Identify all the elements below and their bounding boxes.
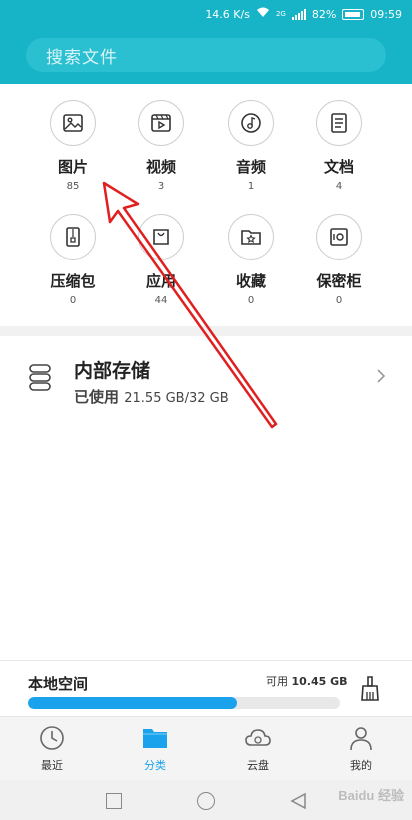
app-bag-icon [138,214,184,260]
star-folder-icon [228,214,274,260]
category-count: 0 [335,295,343,306]
search-input[interactable]: 搜索文件 [26,38,386,72]
storage-stack-icon [28,364,52,396]
search-placeholder: 搜索文件 [46,47,118,68]
category-documents[interactable]: 文档 4 [294,100,384,192]
nav-categories[interactable]: 分类 [120,725,190,773]
nav-label: 我的 [350,759,372,772]
available-label: 可用 [266,675,288,688]
category-images[interactable]: 图片 85 [28,100,118,192]
category-count: 1 [247,181,255,192]
storage-used-value: 21.55 GB/32 GB [124,391,229,406]
category-label: 文档 [323,158,354,176]
storage-usage: 已使用 21.55 GB/32 GB [74,386,229,407]
category-archives[interactable]: 压缩包 0 [28,214,118,306]
header-bar: 14.6 K/s 2G 82% 09:59 搜索文件 [0,0,412,84]
recent-apps-button[interactable] [106,793,122,809]
nav-recent[interactable]: 最近 [17,725,87,773]
back-button[interactable] [289,792,307,814]
local-space-title: 本地空间 [28,675,89,693]
broom-clean-icon[interactable] [358,675,382,707]
video-icon [138,100,184,146]
watermark-logo: Baidu 经验 [338,788,404,803]
category-label: 压缩包 [50,272,96,290]
nav-cloud[interactable]: 云盘 [223,725,293,773]
section-divider [0,326,412,336]
bottom-nav: 最近 分类 云盘 我的 [0,716,412,780]
zip-icon [50,214,96,260]
network-type: 2G [275,10,286,18]
image-icon [50,100,96,146]
category-count: 0 [69,295,77,306]
person-icon [348,727,374,755]
local-space-progress [28,697,340,709]
nav-label: 最近 [41,759,63,772]
clock-time: 09:59 [370,7,402,21]
storage-title: 内部存储 [74,360,151,382]
category-label: 保密柜 [316,272,362,290]
status-bar: 14.6 K/s 2G 82% 09:59 [205,6,402,22]
chevron-right-icon [376,368,386,388]
category-count: 4 [335,181,343,192]
signal-icon [291,8,306,20]
clock-icon [39,726,65,755]
category-apps[interactable]: 应用 44 [116,214,206,306]
category-audio[interactable]: 音频 1 [206,100,296,192]
nav-me[interactable]: 我的 [326,725,396,773]
local-space-available: 可用 10.45 GB [266,673,348,689]
safe-icon [316,214,362,260]
available-value: 10.45 GB [291,675,348,688]
folder-icon [141,729,169,755]
home-button[interactable] [197,792,215,810]
category-safe[interactable]: 保密柜 0 [294,214,384,306]
cloud-icon [244,729,272,755]
storage-used-label: 已使用 [74,388,120,406]
category-count: 3 [157,181,165,192]
category-label: 音频 [235,158,266,176]
nav-label: 分类 [144,759,166,772]
battery-percent: 82% [311,7,337,21]
wifi-icon [256,7,270,21]
local-space-panel: 本地空间 可用 10.45 GB [0,660,412,716]
category-label: 收藏 [235,272,266,290]
local-space-progress-fill [28,697,238,709]
battery-icon [342,8,365,20]
category-count: 85 [66,181,80,192]
category-label: 应用 [145,272,176,290]
category-count: 0 [247,295,255,306]
category-count: 44 [154,295,168,306]
internal-storage-row[interactable]: 内部存储 已使用 21.55 GB/32 GB [0,336,412,420]
network-speed: 14.6 K/s [205,7,250,21]
category-label: 视频 [145,158,176,176]
nav-label: 云盘 [247,759,269,772]
music-icon [228,100,274,146]
category-favorites[interactable]: 收藏 0 [206,214,296,306]
category-label: 图片 [57,158,88,176]
category-videos[interactable]: 视频 3 [116,100,206,192]
document-icon [316,100,362,146]
